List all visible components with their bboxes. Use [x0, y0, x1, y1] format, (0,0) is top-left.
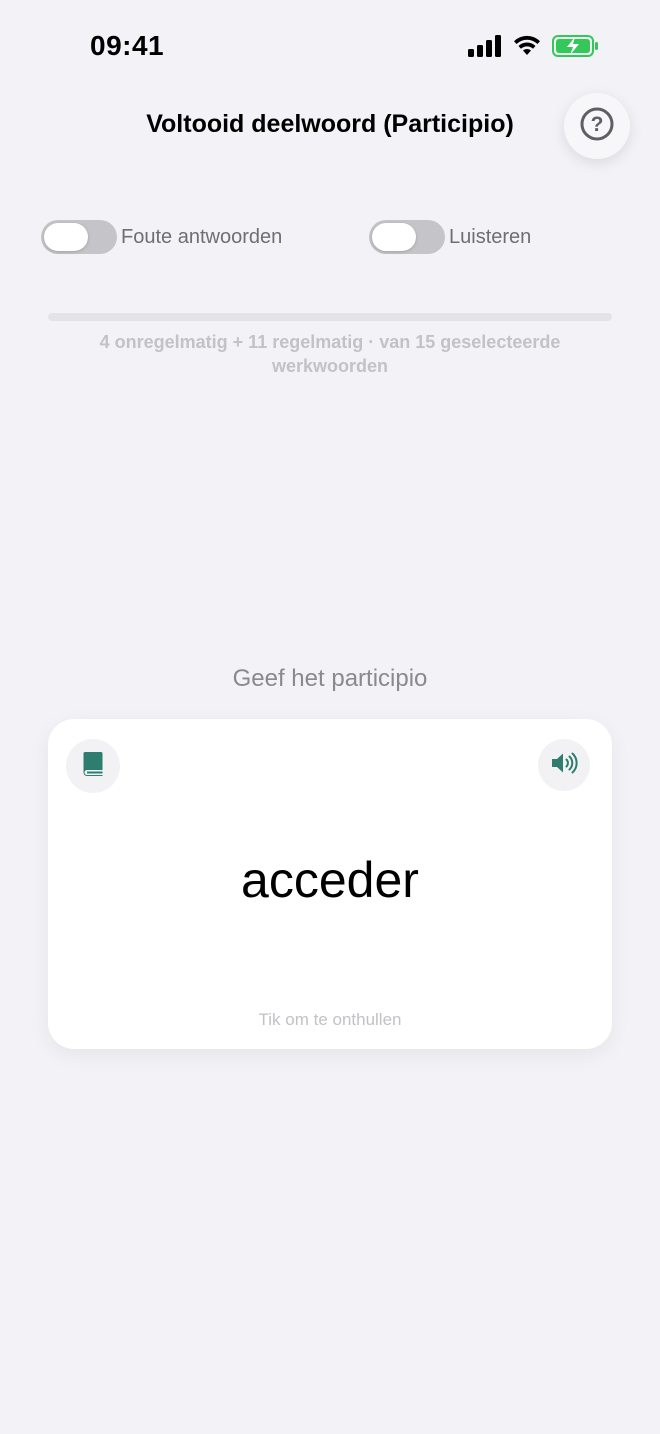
cellular-signal-icon [468, 35, 502, 62]
pronounce-button[interactable] [538, 739, 590, 791]
book-icon [82, 751, 104, 782]
page-title: Voltooid deelwoord (Participio) [146, 110, 514, 138]
toggle-label-listen: Luisteren [449, 225, 532, 248]
toggle-row-listen: Luisteren [369, 220, 531, 254]
reveal-hint: Tik om te onthullen [258, 1010, 402, 1029]
progress-bar [48, 313, 612, 321]
toggle-row-wrong-answers: Foute antwoorden [41, 220, 282, 254]
wifi-icon [512, 35, 542, 62]
dictionary-button[interactable] [66, 739, 120, 793]
status-icons [468, 34, 600, 63]
flashcard[interactable]: acceder Tik om te onthullen [48, 719, 612, 1049]
toggle-knob [44, 223, 88, 251]
help-button[interactable]: ? [564, 93, 630, 159]
speaker-icon [550, 751, 578, 780]
screen: 09:41 Voltooid deelwoord (Participio) ? … [0, 0, 660, 1434]
help-glyph: ? [591, 113, 604, 136]
progress-caption: 4 onregelmatig + 11 regelmatig · van 15 … [99, 332, 561, 376]
toggle-knob [372, 223, 416, 251]
battery-charging-icon [552, 34, 600, 63]
toggle-listen[interactable] [369, 220, 445, 254]
status-time: 09:41 [90, 30, 165, 61]
toggle-label-wrong-answers: Foute antwoorden [121, 225, 283, 248]
question-circle-icon: ? [579, 106, 615, 147]
toggle-wrong-answers[interactable] [41, 220, 117, 254]
prompt-text: Geef het participio [232, 665, 428, 692]
verb-word: acceder [241, 852, 419, 908]
